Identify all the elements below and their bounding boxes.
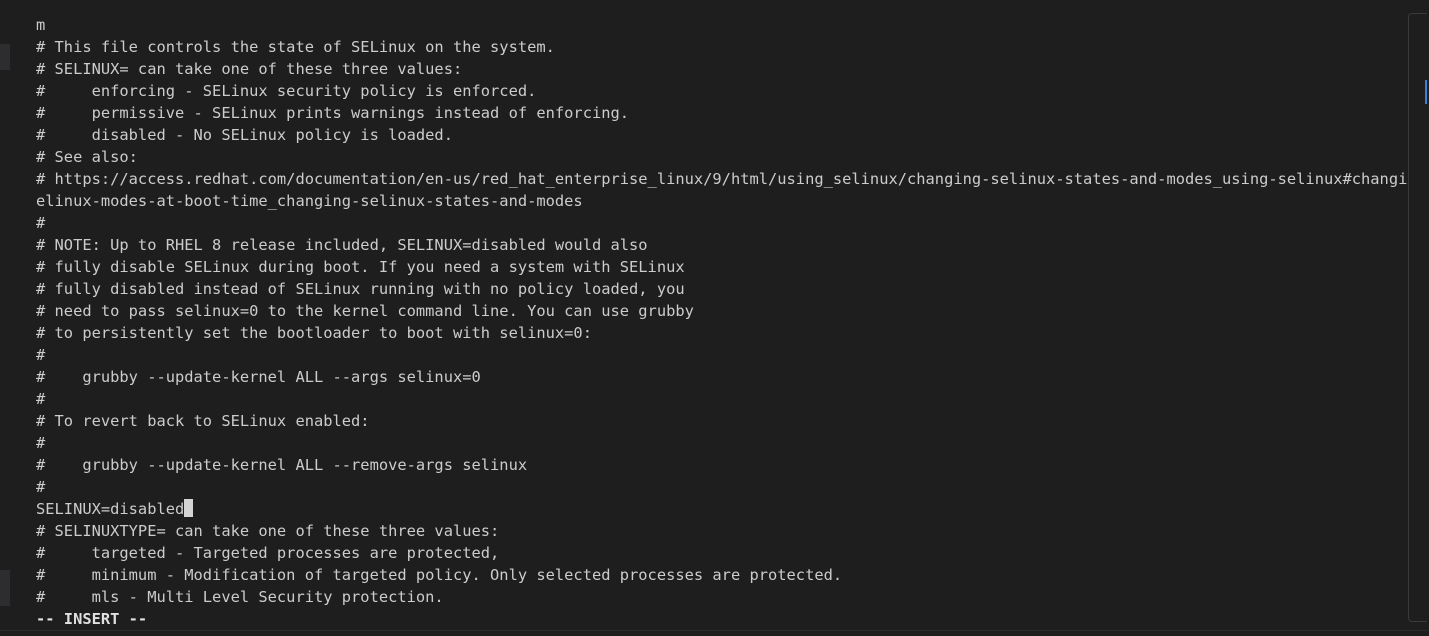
editor-line: # — [36, 346, 46, 364]
editor-line: # minimum - Modification of targeted pol… — [36, 566, 843, 584]
editor-line: # fully disabled instead of SELinux runn… — [36, 280, 685, 298]
editor-line: # fully disable SELinux during boot. If … — [36, 258, 685, 276]
vim-editor-buffer[interactable]: m # This file controls the state of SELi… — [36, 14, 1408, 630]
editor-line: # SELINUXTYPE= can take one of these thr… — [36, 522, 500, 540]
editor-line: # NOTE: Up to RHEL 8 release included, S… — [36, 236, 648, 254]
gutter-marker — [0, 44, 10, 70]
editor-line: # to persistently set the bootloader to … — [36, 324, 592, 342]
scrollbar-position-marker — [1425, 80, 1427, 104]
editor-line: m — [36, 16, 46, 34]
editor-line: # SELINUX= can take one of these three v… — [36, 60, 463, 78]
editor-line: # grubby --update-kernel ALL --args seli… — [36, 368, 481, 386]
text-cursor — [184, 499, 194, 517]
editor-line: # disabled - No SELinux policy is loaded… — [36, 126, 453, 144]
editor-line: # See also: — [36, 148, 138, 166]
editor-line: # mls - Multi Level Security protection. — [36, 588, 444, 606]
editor-line: # grubby --update-kernel ALL --remove-ar… — [36, 456, 528, 474]
editor-line: # enforcing - SELinux security policy is… — [36, 82, 537, 100]
editor-line-current[interactable]: SELINUX=disabled — [36, 498, 1408, 520]
editor-line: # — [36, 434, 46, 452]
bottom-edge — [0, 630, 1429, 636]
gutter-marker — [0, 570, 10, 606]
mode-indicator: -- INSERT -- — [36, 610, 148, 628]
editor-line: # — [36, 478, 46, 496]
editor-line: # https://access.redhat.com/documentatio… — [36, 170, 1408, 188]
current-line-text: SELINUX=disabled — [36, 500, 185, 518]
editor-line: # permissive - SELinux prints warnings i… — [36, 104, 630, 122]
editor-line: # This file controls the state of SELinu… — [36, 38, 555, 56]
editor-line: # To revert back to SELinux enabled: — [36, 412, 370, 430]
left-gutter — [0, 0, 10, 636]
editor-line: elinux-modes-at-boot-time_changing-selin… — [36, 192, 583, 210]
editor-line: # — [36, 390, 46, 408]
editor-line: # targeted - Targeted processes are prot… — [36, 544, 500, 562]
editor-line: # need to pass selinux=0 to the kernel c… — [36, 302, 694, 320]
terminal-window[interactable]: m # This file controls the state of SELi… — [0, 0, 1429, 636]
editor-line: # — [36, 214, 46, 232]
scrollbar[interactable] — [1408, 13, 1427, 622]
